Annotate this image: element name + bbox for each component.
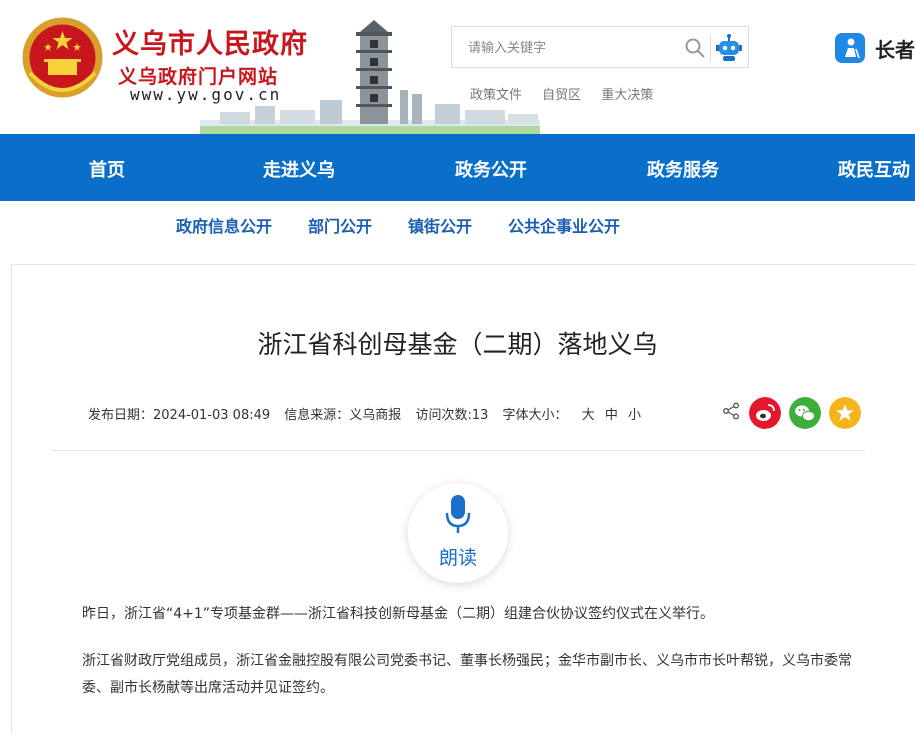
info-source: 信息来源：义乌商报 (284, 408, 402, 423)
visit-count: 访问次数:13 (415, 408, 489, 423)
article-title: 浙江省科创母基金（二期）落地义乌 (257, 330, 658, 359)
font-size-large[interactable]: 大 (582, 408, 595, 423)
font-size-small[interactable]: 小 (628, 408, 641, 423)
elder-mode-icon[interactable] (835, 33, 865, 63)
microphone-icon (445, 495, 471, 533)
subnav-item-gov-info[interactable]: 政府信息公开 (176, 213, 272, 237)
nav-item-about[interactable]: 走进义乌 (263, 156, 335, 182)
site-header: 义乌市人民政府 义乌政府门户网站 www.yw.gov.cn 请输入关键字 政策… (0, 0, 915, 134)
share-icon[interactable] (722, 402, 740, 420)
font-size-label: 字体大小： (502, 408, 568, 423)
quick-link-policy[interactable]: 政策文件 (470, 88, 522, 103)
elder-mode-label[interactable]: 长者 (875, 34, 915, 63)
national-emblem-icon[interactable] (20, 15, 105, 100)
main-nav: 首页 走进义乌 政务公开 政务服务 政民互动 (0, 134, 915, 201)
article-paragraph-2: 浙江省财政厅党组成员，浙江省金融控股有限公司党委书记、董事长杨强民；金华市副市长… (82, 648, 862, 702)
quick-link-decisions[interactable]: 重大决策 (601, 88, 653, 103)
article-paragraph-2-text: 浙江省财政厅党组成员，浙江省金融控股有限公司党委书记、董事长杨强民；金华市副市长… (82, 653, 852, 696)
meta-divider (52, 450, 865, 451)
read-aloud-button[interactable]: 朗读 (408, 483, 508, 583)
quick-link-ftz[interactable]: 自贸区 (542, 88, 581, 103)
nav-item-home[interactable]: 首页 (89, 156, 125, 182)
favorite-icon[interactable] (829, 397, 861, 429)
search-icon[interactable] (684, 37, 706, 59)
article-paragraph-1: 昨日，浙江省“4+1”专项基金群——浙江省科技创新母基金（二期）组建合伙协议签约… (82, 606, 715, 622)
nav-item-services[interactable]: 政务服务 (647, 156, 719, 182)
quick-links: 政策文件 自贸区 重大决策 (470, 84, 669, 103)
subnav-item-public-enterprises[interactable]: 公共企事业公开 (508, 213, 620, 237)
wechat-icon[interactable] (789, 397, 821, 429)
article-meta: 发布日期：2024-01-03 08:49 信息来源：义乌商报 访问次数:13 … (88, 404, 647, 423)
robot-icon[interactable] (714, 33, 744, 63)
search-input[interactable] (452, 27, 700, 69)
subnav-item-departments[interactable]: 部门公开 (308, 213, 372, 237)
publish-date: 发布日期：2024-01-03 08:49 (88, 408, 271, 423)
subnav-item-towns[interactable]: 镇街公开 (408, 213, 472, 237)
nav-item-interaction[interactable]: 政民互动 (838, 156, 910, 182)
search-box (451, 26, 749, 69)
sub-nav: 政府信息公开 部门公开 镇街公开 公共企事业公开 (0, 201, 915, 245)
read-aloud-label: 朗读 (438, 547, 477, 569)
search-divider (710, 35, 711, 61)
nav-item-open-gov[interactable]: 政务公开 (455, 156, 527, 182)
weibo-icon[interactable] (749, 397, 781, 429)
font-size-medium[interactable]: 中 (605, 408, 618, 423)
